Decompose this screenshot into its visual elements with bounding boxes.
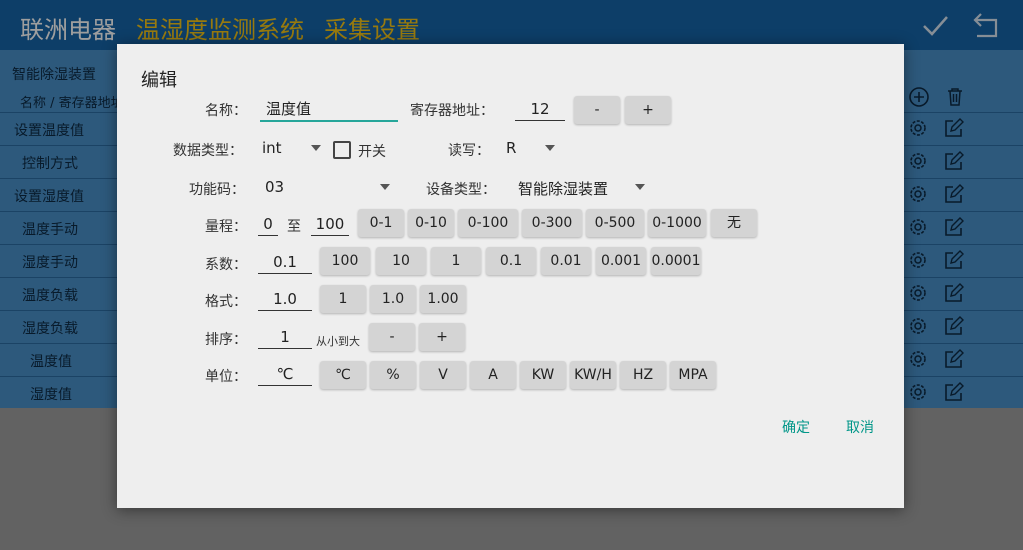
sort-increment-button[interactable]: + <box>419 323 465 351</box>
format-preset-button[interactable]: 1 <box>320 285 366 313</box>
range-preset-button[interactable]: 0-500 <box>586 209 644 237</box>
coefficient-preset-button[interactable]: 0.001 <box>596 247 646 275</box>
unit-preset-button[interactable]: % <box>370 361 416 389</box>
chevron-down-icon[interactable] <box>380 184 390 190</box>
chevron-down-icon[interactable] <box>545 145 555 151</box>
edit-dialog: 编辑 名称： 温度值 寄存器地址： 12 - + 数据类型： int 开关 读写… <box>117 44 904 508</box>
range-preset-button[interactable]: 0-300 <box>522 209 582 237</box>
sort-decrement-button[interactable]: - <box>369 323 415 351</box>
unit-preset-button[interactable]: MPA <box>670 361 716 389</box>
chevron-down-icon[interactable] <box>635 184 645 190</box>
coefficient-preset-button[interactable]: 10 <box>376 247 426 275</box>
coefficient-preset-button[interactable]: 0.0001 <box>651 247 701 275</box>
confirm-button[interactable]: 确定 <box>782 417 810 437</box>
switch-checkbox[interactable] <box>333 141 351 159</box>
unit-preset-button[interactable]: A <box>470 361 516 389</box>
range-preset-button[interactable]: 0-1 <box>358 209 404 237</box>
device-type-label: 设备类型： <box>426 182 496 198</box>
format-preset-button[interactable]: 1.0 <box>370 285 416 313</box>
address-decrement-button[interactable]: - <box>574 96 620 124</box>
range-preset-button[interactable]: 0-1000 <box>648 209 706 237</box>
coefficient-label: 系数： <box>205 257 247 273</box>
register-address-input[interactable]: 12 <box>515 98 565 121</box>
coefficient-preset-button[interactable]: 100 <box>320 247 370 275</box>
unit-preset-button[interactable]: ℃ <box>320 361 366 389</box>
data-type-select[interactable]: int <box>262 139 282 157</box>
sort-label: 排序： <box>205 332 247 348</box>
coefficient-preset-button[interactable]: 1 <box>431 247 481 275</box>
unit-preset-button[interactable]: HZ <box>620 361 666 389</box>
device-type-select[interactable]: 智能除湿装置 <box>518 178 608 199</box>
name-label: 名称： <box>205 103 247 119</box>
function-code-select[interactable]: 03 <box>265 178 284 196</box>
coefficient-preset-button[interactable]: 0.01 <box>541 247 591 275</box>
chevron-down-icon[interactable] <box>311 145 321 151</box>
range-label: 量程： <box>205 219 247 235</box>
unit-preset-button[interactable]: KW/H <box>570 361 616 389</box>
sort-input[interactable]: 1 <box>258 326 312 349</box>
name-input[interactable]: 温度值 <box>260 98 398 122</box>
sort-hint: 从小到大 <box>316 335 360 348</box>
unit-label: 单位： <box>205 369 247 385</box>
coefficient-input[interactable]: 0.1 <box>258 251 312 274</box>
range-max-input[interactable]: 100 <box>311 213 349 236</box>
cancel-button[interactable]: 取消 <box>846 417 874 437</box>
range-min-input[interactable]: 0 <box>258 213 278 236</box>
unit-preset-button[interactable]: KW <box>520 361 566 389</box>
coefficient-preset-button[interactable]: 0.1 <box>486 247 536 275</box>
read-write-label: 读写： <box>448 143 490 159</box>
range-to-label: 至 <box>287 219 301 235</box>
dialog-title: 编辑 <box>141 70 177 91</box>
function-code-label: 功能码： <box>189 182 245 198</box>
range-preset-button[interactable]: 0-10 <box>408 209 454 237</box>
address-increment-button[interactable]: + <box>625 96 671 124</box>
range-preset-button[interactable]: 无 <box>711 209 757 237</box>
switch-label: 开关 <box>358 144 386 160</box>
format-input[interactable]: 1.0 <box>258 288 312 311</box>
format-label: 格式： <box>205 294 247 310</box>
register-address-label: 寄存器地址： <box>410 103 494 119</box>
read-write-select[interactable]: R <box>506 139 516 157</box>
unit-preset-button[interactable]: V <box>420 361 466 389</box>
format-preset-button[interactable]: 1.00 <box>420 285 466 313</box>
unit-input[interactable]: ℃ <box>258 363 312 386</box>
range-preset-button[interactable]: 0-100 <box>458 209 518 237</box>
data-type-label: 数据类型： <box>173 143 243 159</box>
